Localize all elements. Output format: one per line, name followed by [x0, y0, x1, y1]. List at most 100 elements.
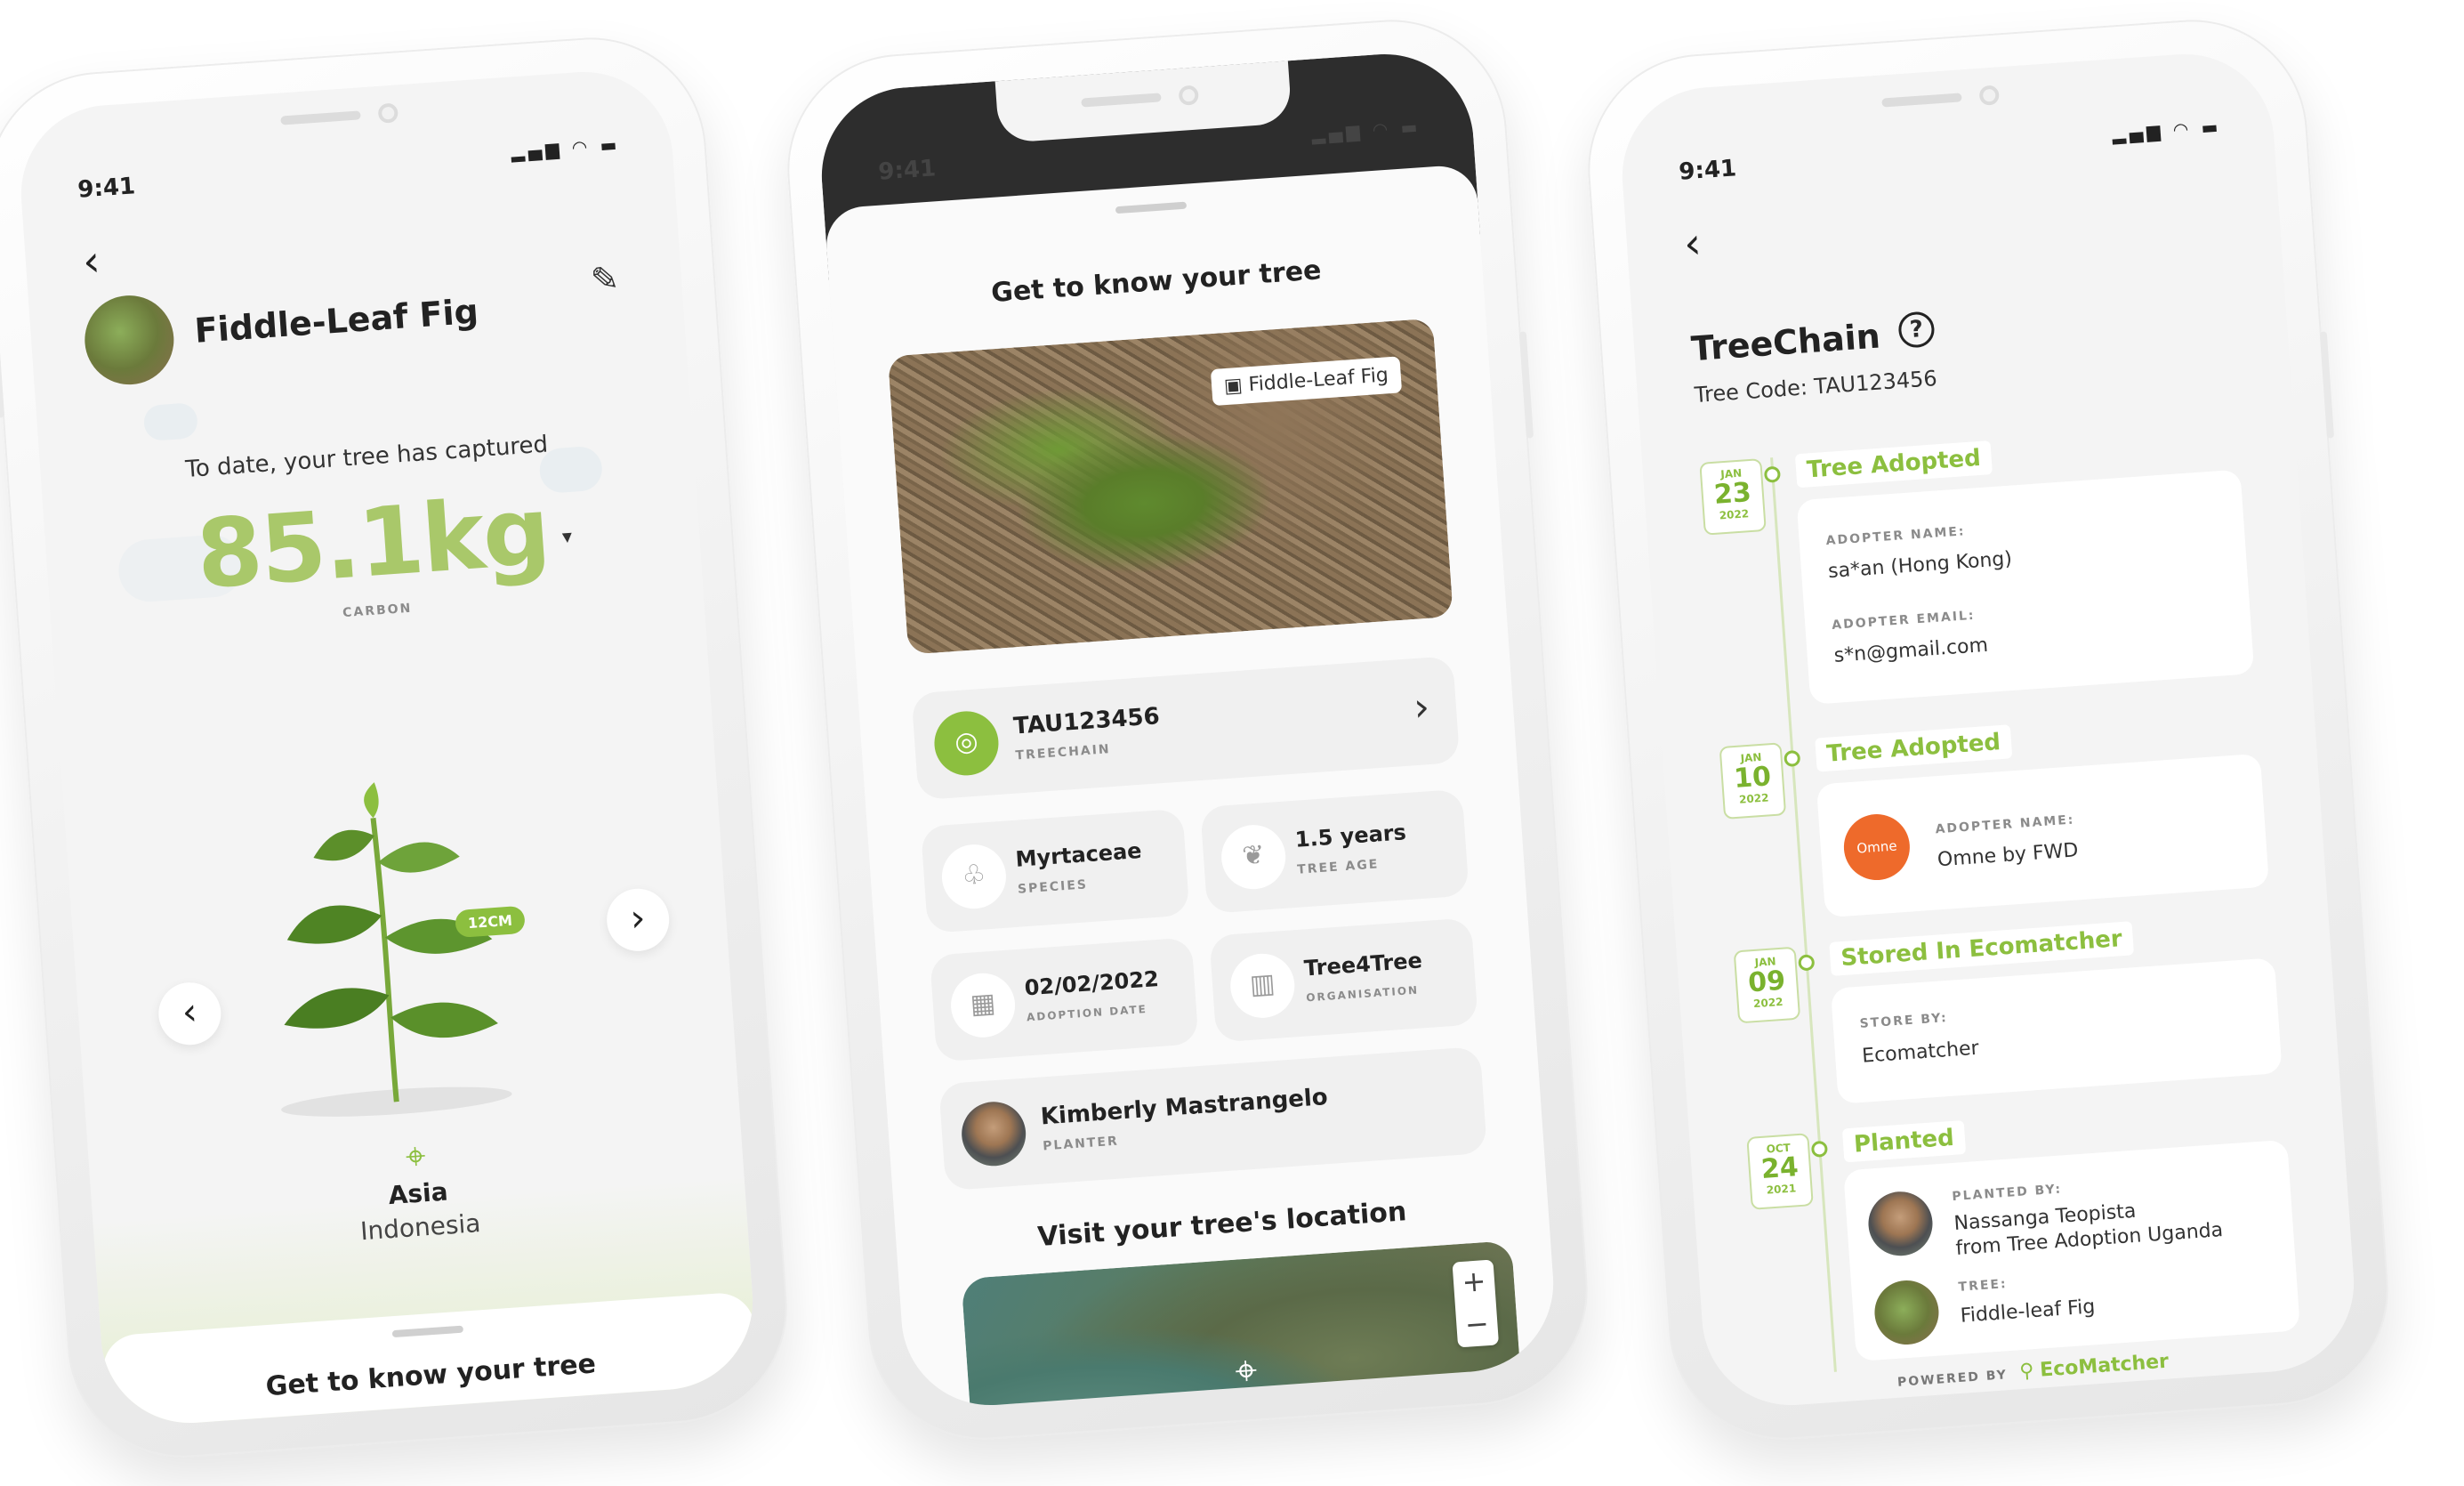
- app-mockup-stage: 9:41 ▂▄▆ ◠ ▬ ‹ Fiddle-Leaf Fig ✎ To date…: [0, 0, 2464, 1486]
- field-label: ADOPTER NAME:: [1825, 524, 1966, 549]
- status-time: 9:41: [1678, 155, 1738, 186]
- chevron-right-icon: ›: [1412, 684, 1431, 731]
- photo-tag: ▣ Fiddle-Leaf Fig: [1210, 356, 1403, 407]
- event-title: Stored In Ecomatcher: [1829, 921, 2134, 976]
- event-title: Tree Adopted: [1794, 440, 1993, 489]
- phone-tree-overview: 9:41 ▂▄▆ ◠ ▬ ‹ Fiddle-Leaf Fig ✎ To date…: [0, 29, 795, 1466]
- field-value: sa*an (Hong Kong): [1827, 547, 2013, 584]
- species-value: Myrtaceae: [1014, 837, 1143, 872]
- field-label: STORE BY:: [1859, 1010, 1949, 1031]
- species-card: ♧ Myrtaceae SPECIES: [920, 808, 1190, 933]
- organisation-label: ORGANISATION: [1305, 983, 1420, 1005]
- planter-value: Kimberly Mastrangelo: [1039, 1084, 1329, 1131]
- chevron-left-icon[interactable]: ‹: [156, 980, 223, 1047]
- organisation-card: ▥ Tree4Tree ORGANISATION: [1209, 917, 1478, 1043]
- event-card: PLANTED BY: Nassanga Teopista from Tree …: [1843, 1139, 2300, 1362]
- zoom-out-button[interactable]: −: [1455, 1302, 1499, 1347]
- status-time: 9:41: [877, 155, 938, 186]
- treechain-label: TREECHAIN: [1015, 742, 1112, 763]
- adoption-value: 02/02/2022: [1023, 965, 1160, 1001]
- field-label: TREE:: [1958, 1277, 2009, 1295]
- screen: 9:41 ▂▄▆ ◠ ▬ ‹ TreeChain ? Tree Code: TA…: [1616, 48, 2360, 1411]
- tree-avatar: [81, 292, 177, 388]
- tree-code: Tree Code: TAU123456: [1693, 366, 1938, 408]
- age-label: TREE AGE: [1296, 857, 1380, 877]
- sheet-title: Get to know your tree: [264, 1348, 598, 1403]
- ecomatcher-logo-icon: ⚲: [2018, 1360, 2035, 1384]
- power-button: [1518, 331, 1534, 439]
- caret-down-icon[interactable]: ▾: [561, 526, 573, 549]
- field-value: Fiddle-leaf Fig: [1960, 1296, 2097, 1328]
- leaf-icon: ❦: [1219, 822, 1288, 892]
- date-day: 10: [1733, 761, 1773, 795]
- zoom-in-button[interactable]: +: [1452, 1259, 1495, 1304]
- photo-tag-label: Fiddle-Leaf Fig: [1247, 364, 1389, 397]
- status-icons: ▂▄▆ ◠ ▬: [2111, 116, 2223, 145]
- date-badge: JAN 23 2022: [1699, 458, 1767, 536]
- chevron-right-icon[interactable]: ›: [604, 886, 672, 954]
- treechain-code: TAU123456: [1012, 703, 1161, 740]
- event-title: Planted: [1841, 1120, 1966, 1163]
- adoption-card: ▦ 02/02/2022 ADOPTION DATE: [930, 937, 1199, 1062]
- sheet-handle[interactable]: [391, 1325, 464, 1338]
- adoption-label: ADOPTION DATE: [1026, 1002, 1148, 1024]
- event-card: ADOPTER NAME: sa*an (Hong Kong) ADOPTER …: [1796, 469, 2255, 705]
- height-tag: 12CM: [454, 905, 526, 939]
- planter-avatar: [959, 1099, 1028, 1168]
- plant-illustration: [281, 782, 512, 1117]
- omne-logo: Omne: [1841, 812, 1912, 883]
- event-card: STORE BY: Ecomatcher: [1830, 957, 2283, 1104]
- volume-button: [0, 346, 5, 418]
- cloud-decor: [142, 402, 199, 442]
- screen: 9:41 ▂▄▆ ◠ ▬ Get to know your tree ▣ Fid…: [816, 48, 1559, 1411]
- screen: 9:41 ▂▄▆ ◠ ▬ ‹ Fiddle-Leaf Fig ✎ To date…: [15, 66, 759, 1429]
- timeline-dot: [1798, 954, 1816, 972]
- age-value: 1.5 years: [1293, 820, 1407, 852]
- timeline-dot: [1763, 465, 1782, 483]
- field-label: ADOPTER EMAIL:: [1831, 608, 1977, 633]
- timeline-dot: [1810, 1140, 1829, 1158]
- tree-icon: ♧: [939, 842, 1009, 911]
- timeline-dot: [1784, 749, 1801, 768]
- powered-by-label: POWERED BY: [1896, 1368, 2009, 1390]
- status-time: 9:41: [76, 173, 137, 204]
- sheet-handle[interactable]: [1115, 201, 1188, 214]
- field-label: PLANTED BY:: [1951, 1182, 2063, 1205]
- planter-label: PLANTER: [1042, 1134, 1120, 1154]
- planter-avatar: [1866, 1189, 1935, 1258]
- map-pin-icon[interactable]: ⌖: [1234, 1347, 1259, 1394]
- age-card: ❦ 1.5 years TREE AGE: [1200, 788, 1470, 914]
- home-indicator: [1932, 1385, 2138, 1407]
- field-value: Ecomatcher: [1861, 1037, 1980, 1068]
- event-card: Omne ADOPTER NAME: Omne by FWD: [1816, 753, 2270, 918]
- field-value: s*n@gmail.com: [1832, 634, 1989, 667]
- date-badge: JAN 09 2022: [1733, 946, 1801, 1024]
- chevron-left-icon[interactable]: ‹: [1682, 218, 1703, 269]
- chevron-left-icon[interactable]: ‹: [81, 236, 101, 287]
- date-day: 24: [1759, 1151, 1800, 1185]
- building-icon: ▥: [1228, 951, 1297, 1021]
- treechain-title: TreeChain: [1689, 316, 1882, 369]
- power-button: [2319, 331, 2335, 439]
- tree-photo: ▣ Fiddle-Leaf Fig: [887, 318, 1453, 655]
- date-badge: JAN 10 2022: [1719, 742, 1787, 820]
- date-badge: OCT 24 2021: [1746, 1133, 1814, 1210]
- calendar-icon: ▦: [948, 971, 1018, 1040]
- field-value: Omne by FWD: [1937, 839, 2080, 872]
- event-title: Tree Adopted: [1815, 724, 2013, 772]
- phone-tree-details: 9:41 ▂▄▆ ◠ ▬ Get to know your tree ▣ Fid…: [779, 12, 1596, 1448]
- date-day: 23: [1712, 476, 1752, 511]
- help-icon[interactable]: ?: [1897, 311, 1936, 349]
- zoom-control: + −: [1452, 1259, 1500, 1348]
- tree-avatar: [1872, 1278, 1941, 1347]
- brand-name: EcoMatcher: [2039, 1350, 2170, 1382]
- tree-name: Fiddle-Leaf Fig: [193, 291, 480, 351]
- status-icons: ▂▄▆ ◠ ▬: [510, 133, 622, 163]
- date-day: 09: [1747, 965, 1787, 999]
- species-label: SPECIES: [1017, 877, 1089, 897]
- pencil-icon[interactable]: ✎: [590, 259, 621, 300]
- field-label: ADOPTER NAME:: [1935, 812, 2075, 837]
- phone-treechain: 9:41 ▂▄▆ ◠ ▬ ‹ TreeChain ? Tree Code: TA…: [1580, 12, 2396, 1448]
- organisation-value: Tree4Tree: [1303, 948, 1423, 981]
- treechain-icon: ◎: [932, 708, 1001, 778]
